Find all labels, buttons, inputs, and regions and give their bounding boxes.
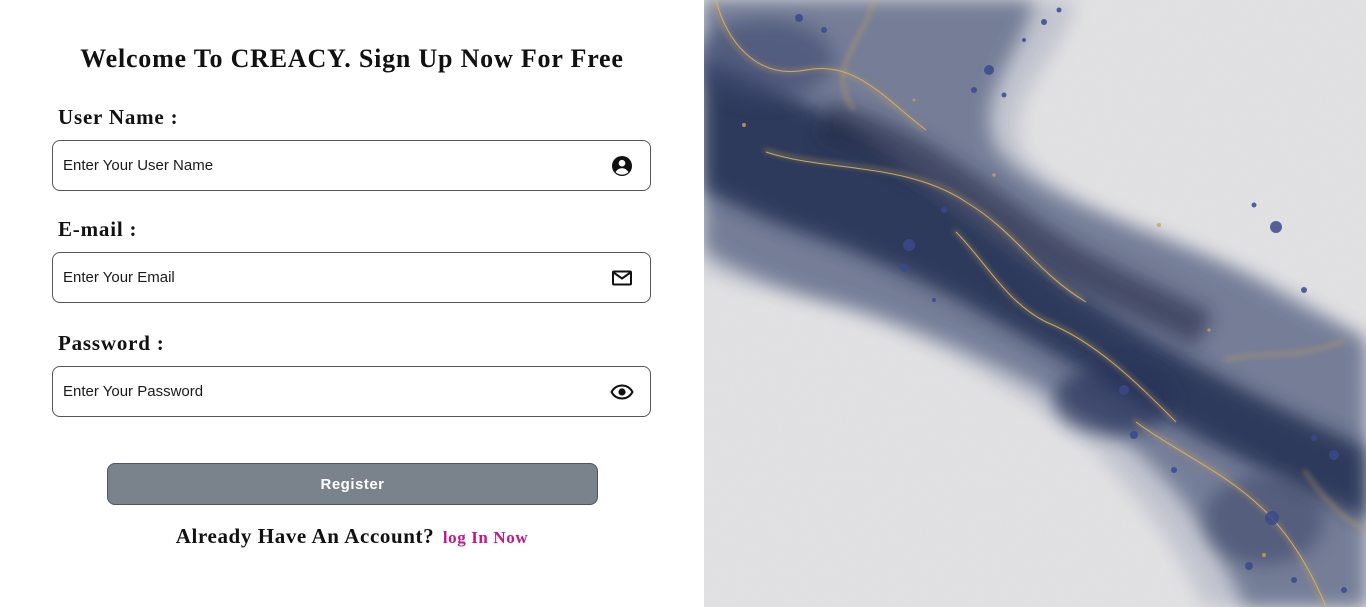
email-input[interactable] bbox=[63, 253, 603, 302]
register-button[interactable]: Register bbox=[107, 463, 598, 505]
username-input[interactable] bbox=[63, 141, 603, 190]
already-have-account-text: Already Have An Account? bbox=[175, 524, 435, 548]
login-prompt: Already Have An Account? log In Now bbox=[0, 524, 704, 549]
password-input[interactable] bbox=[63, 367, 603, 416]
envelope-icon bbox=[612, 270, 632, 286]
user-circle-icon bbox=[612, 156, 632, 176]
decorative-ink-artwork bbox=[704, 0, 1366, 607]
email-label: E-mail : bbox=[58, 217, 138, 241]
login-now-link[interactable]: log In Now bbox=[443, 528, 528, 547]
page-title: Welcome To CREACY. Sign Up Now For Free bbox=[80, 44, 624, 73]
password-label: Password : bbox=[58, 331, 165, 355]
eye-icon[interactable] bbox=[610, 380, 634, 404]
signup-form-panel: Welcome To CREACY. Sign Up Now For Free … bbox=[0, 0, 704, 607]
email-field[interactable] bbox=[52, 252, 651, 303]
password-field[interactable] bbox=[52, 366, 651, 417]
username-field[interactable] bbox=[52, 140, 651, 191]
ink-watercolor-image bbox=[704, 0, 1366, 607]
username-label: User Name : bbox=[58, 105, 179, 129]
